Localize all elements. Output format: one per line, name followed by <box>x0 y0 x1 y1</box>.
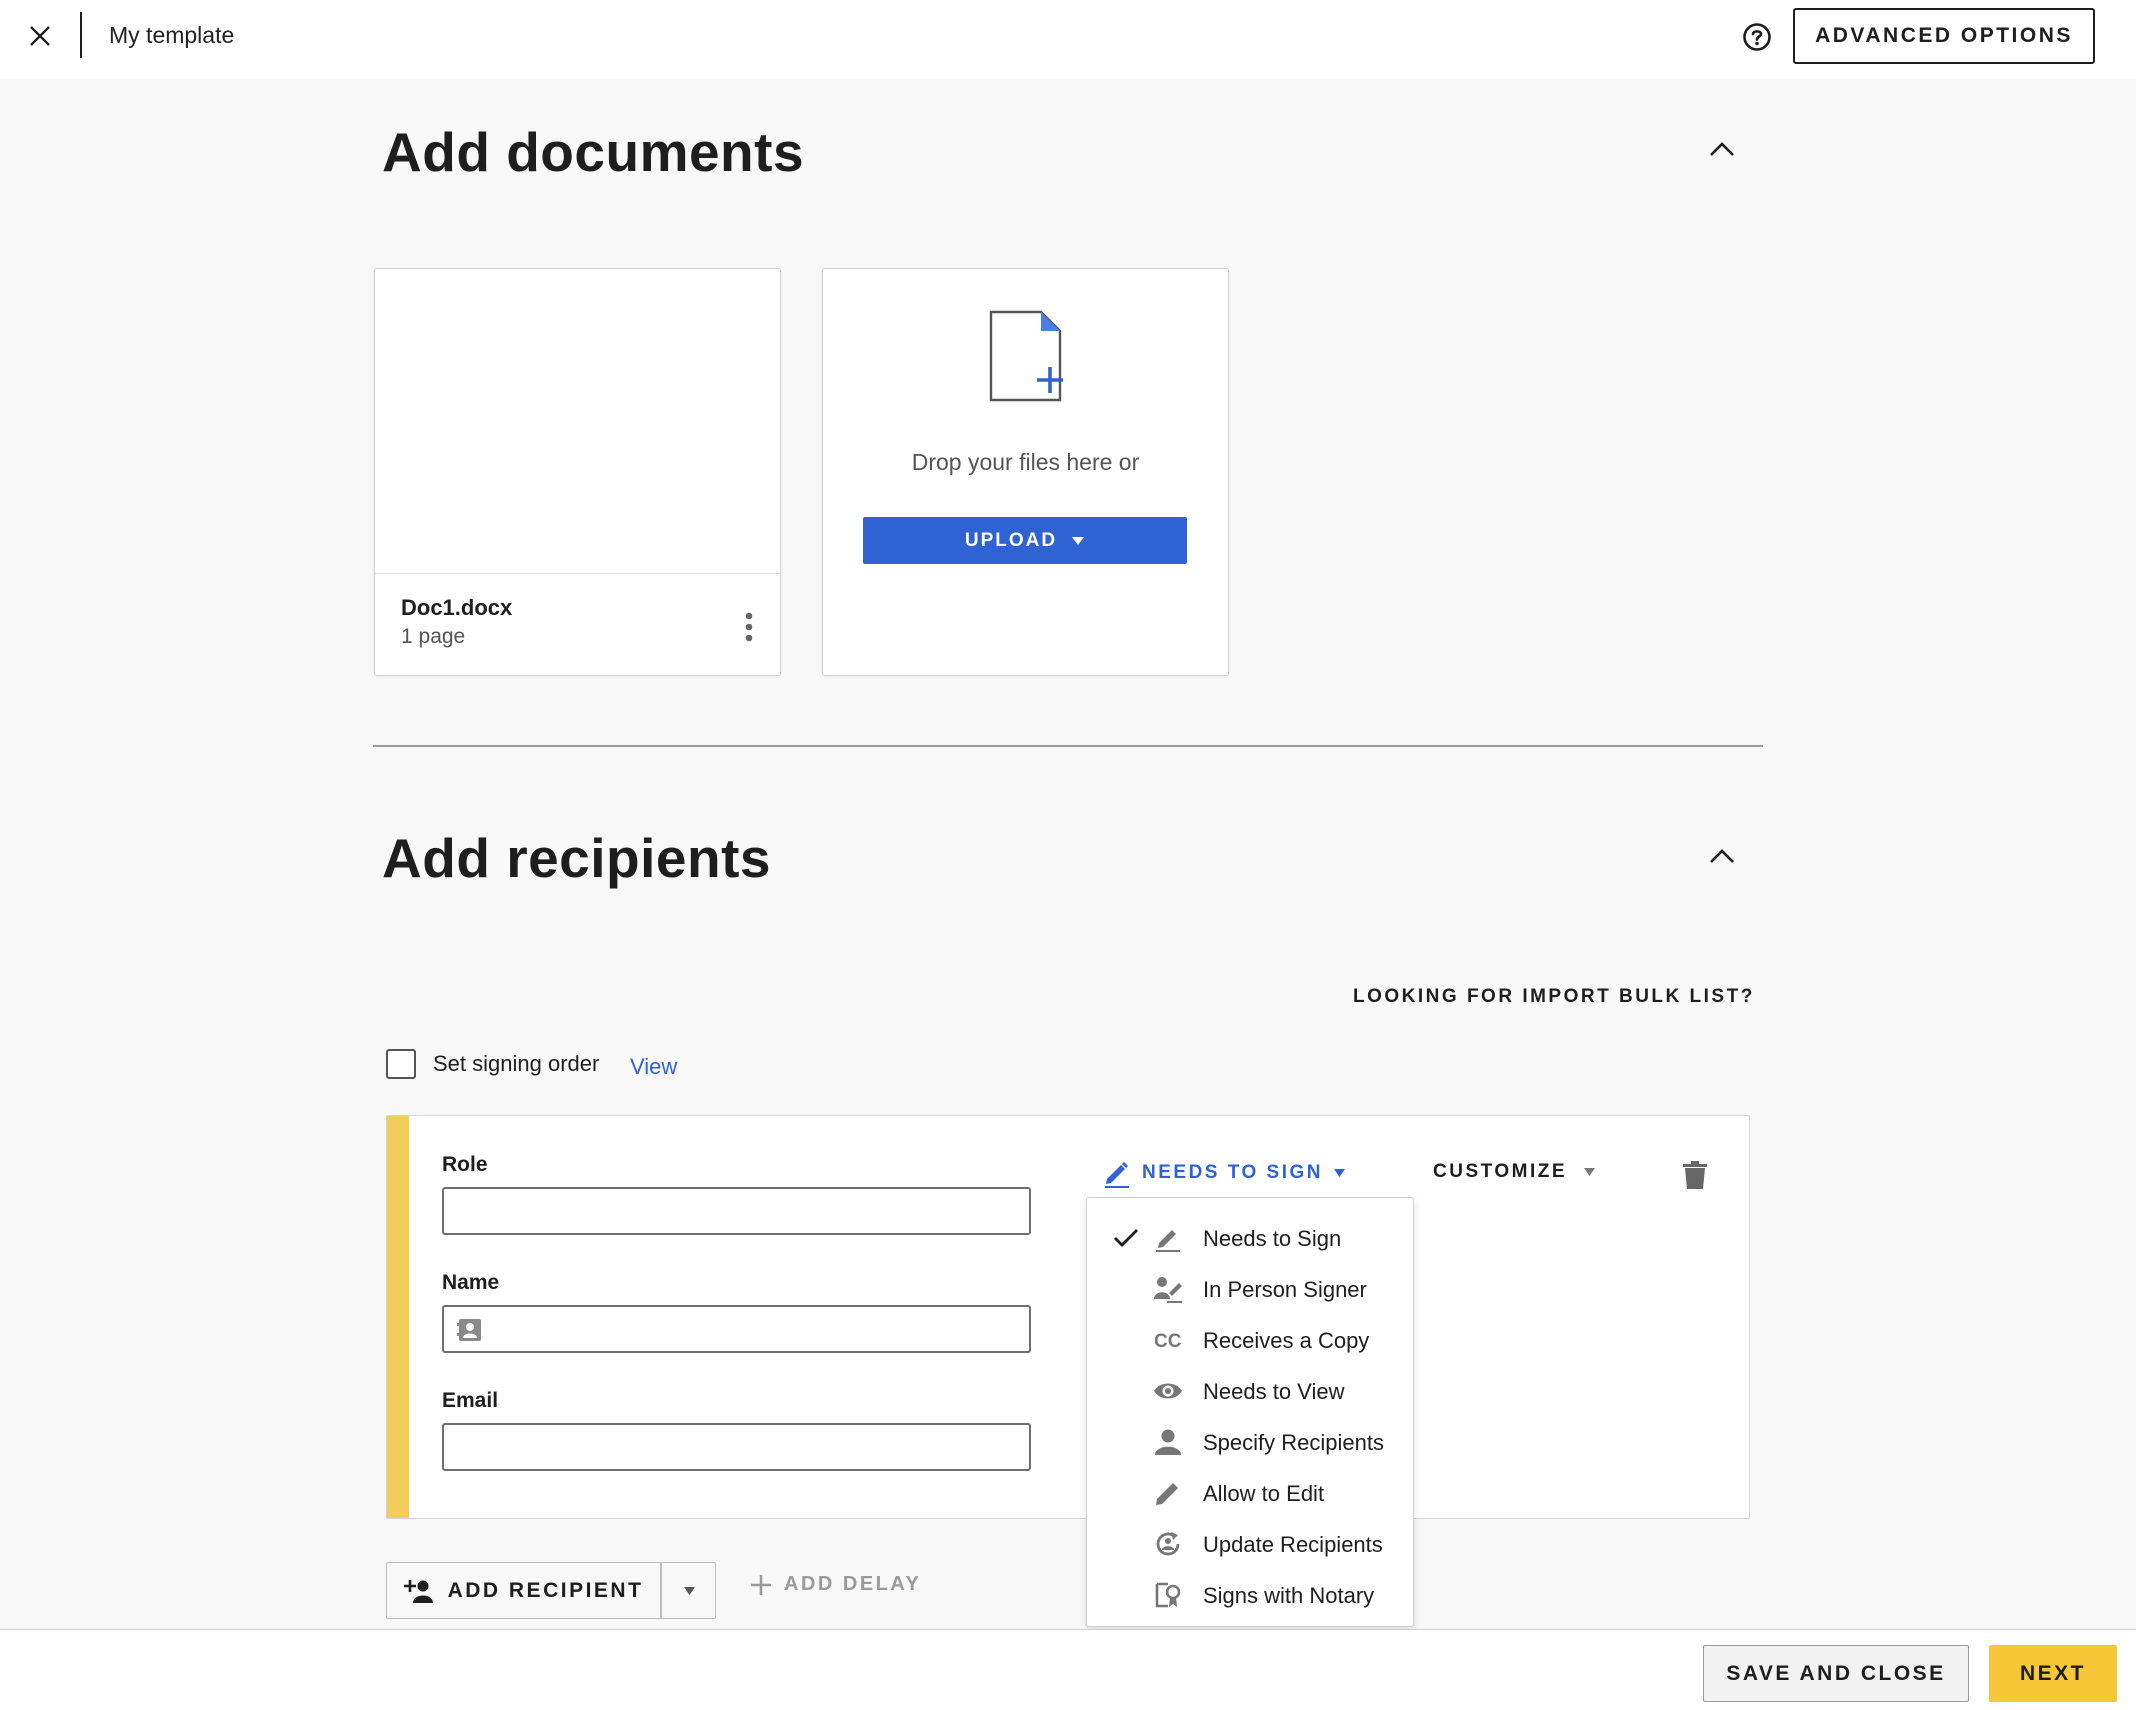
add-person-icon <box>403 1579 433 1603</box>
signing-order-checkbox[interactable] <box>386 1049 416 1079</box>
dropzone-text: Drop your files here or <box>911 449 1140 475</box>
recipient-action-menu: Needs to Sign In Person Signer CC Receiv… <box>1086 1197 1414 1627</box>
add-file-icon <box>989 310 1063 402</box>
menu-item-label: Signs with Notary <box>1203 1583 1375 1608</box>
close-button[interactable] <box>22 18 58 54</box>
name-label: Name <box>442 1271 500 1294</box>
help-button[interactable] <box>1740 20 1774 54</box>
caret-down-icon <box>1584 1168 1596 1176</box>
document-page-count: 1 page <box>401 625 466 648</box>
menu-item-label: Specify Recipients <box>1203 1430 1384 1455</box>
cc-icon: CC <box>1153 1326 1183 1354</box>
advanced-options-button[interactable]: ADVANCED OPTIONS <box>1793 8 2095 64</box>
template-name: My template <box>109 22 235 48</box>
name-input[interactable] <box>442 1305 1031 1353</box>
customize-label: CUSTOMIZE <box>1433 1161 1568 1182</box>
import-bulk-list-link[interactable]: LOOKING FOR IMPORT BULK LIST? <box>1353 986 1755 1008</box>
role-input[interactable] <box>442 1187 1031 1235</box>
menu-item-in-person-signer[interactable]: In Person Signer <box>1087 1263 1413 1314</box>
menu-item-specify-recipients[interactable]: Specify Recipients <box>1087 1416 1413 1467</box>
top-bar: My template ADVANCED OPTIONS <box>0 0 2136 79</box>
checkmark-icon <box>1113 1225 1139 1251</box>
menu-item-label: Needs to View <box>1203 1379 1345 1404</box>
svg-text:CC: CC <box>1154 1331 1182 1352</box>
pen-icon <box>1105 1162 1129 1188</box>
add-delay-label: ADD DELAY <box>784 1573 922 1595</box>
notary-icon <box>1153 1581 1183 1609</box>
add-documents-heading: Add documents <box>382 121 805 183</box>
section-divider <box>373 745 1763 747</box>
email-label: Email <box>442 1389 499 1412</box>
document-card[interactable]: Doc1.docx 1 page <box>374 268 781 676</box>
chevron-up-icon <box>1710 849 1734 863</box>
delete-recipient-button[interactable] <box>1677 1157 1713 1193</box>
upload-button-label: UPLOAD <box>964 529 1058 551</box>
recipient-card: Role Name Email NEEDS TO SIGN CUSTOMIZE <box>386 1115 1750 1519</box>
trash-icon <box>1683 1161 1707 1189</box>
menu-item-label: Update Recipients <box>1203 1532 1383 1557</box>
signing-order-label: Set signing order <box>433 1051 600 1076</box>
upload-button[interactable]: UPLOAD <box>863 517 1187 564</box>
collapse-recipients-button[interactable] <box>1702 836 1742 876</box>
menu-item-label: Allow to Edit <box>1203 1481 1325 1506</box>
collapse-documents-button[interactable] <box>1702 129 1742 169</box>
caret-down-icon <box>1334 1169 1346 1177</box>
document-name: Doc1.docx <box>401 595 513 620</box>
add-recipient-split-button: ADD RECIPIENT <box>386 1562 716 1619</box>
add-recipients-heading: Add recipients <box>382 827 772 889</box>
menu-item-allow-to-edit[interactable]: Allow to Edit <box>1087 1467 1413 1518</box>
update-recipients-icon <box>1153 1530 1183 1558</box>
save-and-close-button[interactable]: SAVE AND CLOSE <box>1703 1645 1969 1702</box>
role-label: Role <box>442 1153 488 1176</box>
footer-bar: SAVE AND CLOSE NEXT <box>0 1629 2136 1710</box>
menu-item-label: In Person Signer <box>1203 1277 1367 1302</box>
menu-item-label: Needs to Sign <box>1203 1226 1342 1251</box>
more-vertical-icon <box>745 612 753 642</box>
eye-icon <box>1153 1377 1183 1405</box>
document-thumbnail[interactable] <box>375 269 780 574</box>
menu-item-label: Receives a Copy <box>1203 1328 1370 1353</box>
recipient-color-bar <box>387 1116 409 1518</box>
in-person-signer-icon <box>1153 1275 1183 1303</box>
recipient-action-label: NEEDS TO SIGN <box>1142 1162 1324 1183</box>
customize-dropdown[interactable]: CUSTOMIZE <box>1433 1161 1596 1183</box>
add-delay-button[interactable]: ADD DELAY <box>750 1573 921 1596</box>
contact-card-icon <box>457 1319 481 1341</box>
pen-icon <box>1153 1224 1183 1252</box>
add-recipient-button[interactable]: ADD RECIPIENT <box>387 1563 660 1618</box>
menu-item-needs-to-view[interactable]: Needs to View <box>1087 1365 1413 1416</box>
email-input[interactable] <box>442 1423 1031 1471</box>
menu-item-update-recipients[interactable]: Update Recipients <box>1087 1518 1413 1569</box>
plus-icon <box>751 1574 771 1595</box>
caret-down-icon <box>683 1586 695 1595</box>
menu-item-needs-to-sign[interactable]: Needs to Sign <box>1087 1212 1413 1263</box>
pencil-icon <box>1153 1479 1183 1507</box>
next-button[interactable]: NEXT <box>1989 1645 2117 1702</box>
add-recipient-options-button[interactable] <box>662 1563 716 1618</box>
document-menu-button[interactable] <box>733 601 765 653</box>
recipient-action-dropdown[interactable]: NEEDS TO SIGN <box>1102 1158 1346 1188</box>
person-icon <box>1153 1428 1183 1456</box>
menu-item-receives-a-copy[interactable]: CC Receives a Copy <box>1087 1314 1413 1365</box>
signing-order-view-link[interactable]: View <box>630 1054 677 1080</box>
chevron-up-icon <box>1710 142 1734 156</box>
close-icon <box>30 26 50 46</box>
caret-down-icon <box>1072 536 1085 545</box>
upload-dropzone[interactable]: Drop your files here or UPLOAD <box>822 268 1229 676</box>
help-icon <box>1743 23 1771 51</box>
add-recipient-label: ADD RECIPIENT <box>447 1578 644 1602</box>
header-divider <box>80 12 82 58</box>
menu-item-signs-with-notary[interactable]: Signs with Notary <box>1087 1569 1413 1620</box>
